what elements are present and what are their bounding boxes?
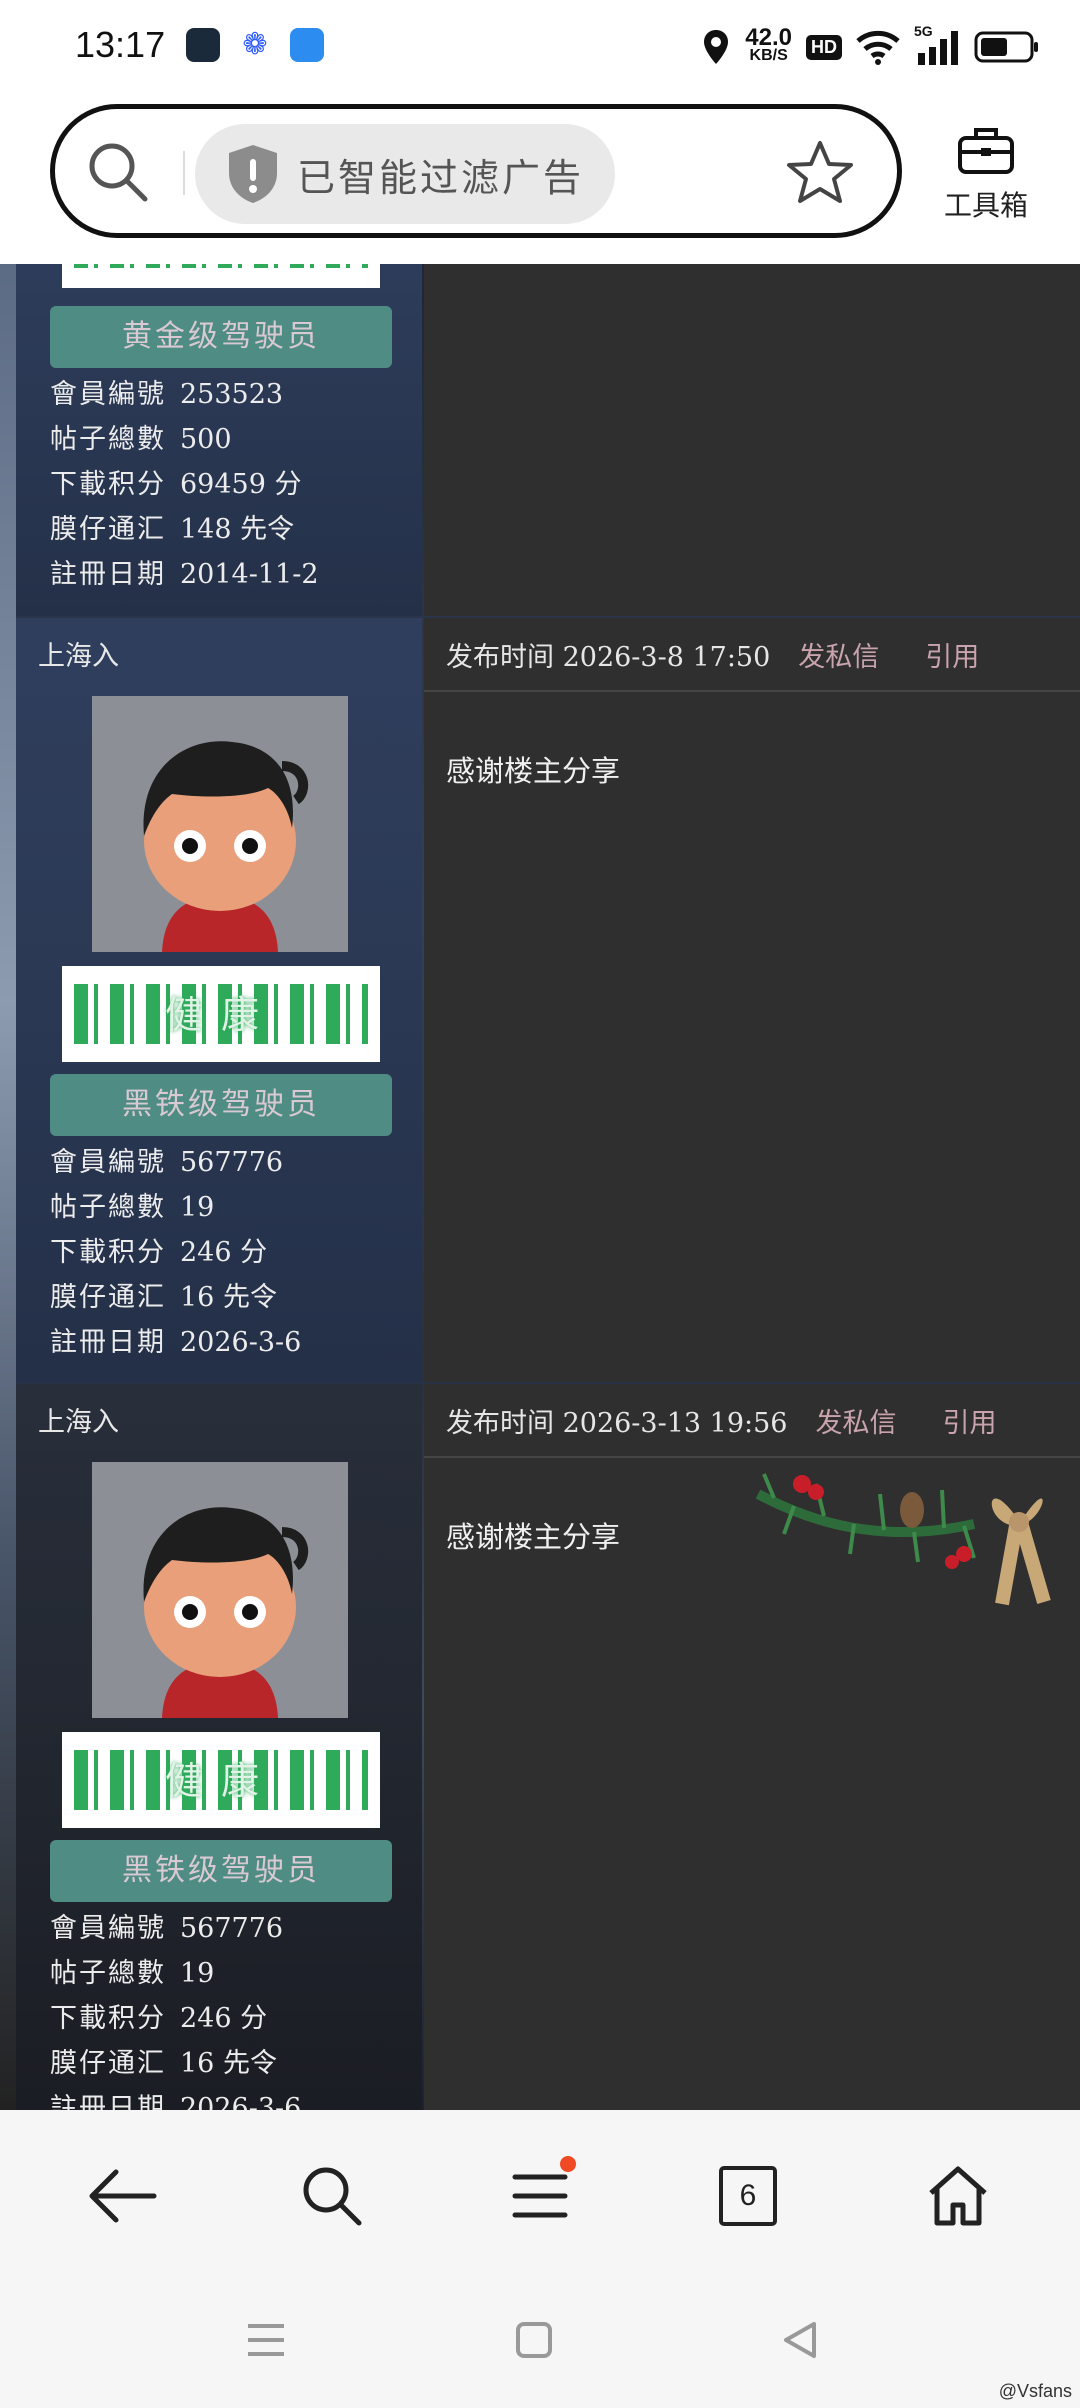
browser-bottom-bar: 6 xyxy=(0,2110,1080,2276)
post-meta-bar: 发布时间 2026-3-13 19:56 发私信 引用 xyxy=(424,1384,1080,1458)
stat-download-points: 下載积分 246 分 xyxy=(50,2003,268,2034)
search-icon xyxy=(303,2167,362,2226)
home-icon xyxy=(929,2166,987,2226)
badge-label: 健康 xyxy=(164,993,277,1037)
recent-apps-icon[interactable] xyxy=(244,2320,288,2360)
private-message-link[interactable]: 发私信 xyxy=(815,1401,896,1440)
avatar-image xyxy=(92,1462,348,1718)
post-meta-bar: 发布时间 2026-3-8 17:50 发私信 引用 xyxy=(424,618,1080,692)
stat-register-date: 註冊日期 2026-3-6 xyxy=(50,1327,302,1358)
stat-currency: 膜仔通汇 148 先令 xyxy=(50,514,295,545)
message-column: 发布时间 2026-3-13 19:56 发私信 引用 感谢楼主分享 xyxy=(424,1384,1080,2110)
toolbox-label: 工具箱 xyxy=(943,189,1028,222)
stat-download-points: 下載积分 69459 分 xyxy=(50,469,302,500)
menu-icon xyxy=(512,2174,568,2218)
post-message: 感谢楼主分享 xyxy=(446,1520,621,1554)
app-notification-icon-1 xyxy=(186,28,220,62)
badge-label: 健康 xyxy=(164,1759,277,1803)
user-info-column: 上海入 健康 黑铁级驾驶员 會員編號 567776 帖子總數 19 下載积分 2… xyxy=(16,618,422,1382)
forum-post-previous: 黄金级驾驶员 會員編號 253523 帖子總數 500 下載积分 69459 分 膜仔… xyxy=(16,264,1080,616)
stat-post-count: 帖子總數 500 xyxy=(50,424,232,455)
page-background-strip xyxy=(0,264,16,2110)
toolbox-icon xyxy=(958,128,1014,174)
back-triangle-icon[interactable] xyxy=(780,2320,820,2360)
message-column: 发布时间 2026-3-8 17:50 发私信 引用 感谢楼主分享 xyxy=(424,618,1080,1382)
stat-member-id: 會員編號 567776 xyxy=(50,1147,284,1178)
watermark: @Vsfans xyxy=(998,2381,1072,2401)
status-badge: 健康 xyxy=(62,1732,380,1828)
app-notification-icon-3 xyxy=(290,28,324,62)
stat-currency: 膜仔通汇 16 先令 xyxy=(50,1282,277,1313)
avatar[interactable] xyxy=(92,696,348,952)
message-column xyxy=(424,264,1080,616)
signal-5g-label: 5G xyxy=(914,23,933,39)
post-time: 发布时间 2026-3-13 19:56 xyxy=(446,1407,788,1439)
network-speed: 42.0 KB/S xyxy=(745,24,792,65)
hd-badge: HD xyxy=(806,34,842,60)
avatar[interactable] xyxy=(92,1462,348,1718)
status-time: 13:17 xyxy=(75,24,166,65)
user-location: 上海入 xyxy=(38,1407,119,1438)
system-navigation-bar: @Vsfans xyxy=(0,2276,1080,2408)
toolbox-button[interactable]: 工具箱 xyxy=(936,124,1036,224)
status-badge: 健康 xyxy=(62,966,380,1062)
browser-header: 已智能过滤广告 工具箱 xyxy=(0,100,1080,264)
quote-link[interactable]: 引用 xyxy=(942,1401,996,1440)
back-arrow-icon xyxy=(89,2169,157,2223)
ad-filter-text: 已智能过滤广告 xyxy=(297,155,585,200)
home-square-icon[interactable] xyxy=(514,2320,554,2360)
status-indicators: 42.0 KB/S HD 5G xyxy=(701,22,1040,72)
forum-post: 上海入 健康 黑铁级驾驶员 會員編號 567776 帖子總數 19 下載积分 2… xyxy=(16,618,1080,1382)
user-info-column: 黄金级驾驶员 會員編號 253523 帖子總數 500 下載积分 69459 分 膜仔… xyxy=(16,264,422,616)
stat-register-date: 註冊日期 2026-3-6 xyxy=(50,2093,302,2110)
network-speed-unit: KB/S xyxy=(749,47,788,64)
network-speed-value: 42.0 xyxy=(745,24,792,51)
quote-link[interactable]: 引用 xyxy=(925,635,979,674)
location-icon xyxy=(704,30,729,64)
stat-currency: 膜仔通汇 16 先令 xyxy=(50,2048,277,2079)
address-bar[interactable]: 已智能过滤广告 xyxy=(50,104,902,238)
bookmark-star-icon[interactable] xyxy=(785,139,855,205)
forum-post: 上海入 健康 黑铁级驾驶员 會員編號 567776 帖子總數 19 下載积分 2… xyxy=(16,1384,1080,2110)
notification-dot xyxy=(560,2156,576,2172)
stat-post-count: 帖子總數 19 xyxy=(50,1958,215,1989)
forum-content[interactable]: 黄金级驾驶员 會員編號 253523 帖子總數 500 下載积分 69459 分 膜仔… xyxy=(0,264,1080,2110)
user-info-column: 上海入 健康 黑铁级驾驶员 會員編號 567776 帖子總數 19 下載积分 2… xyxy=(16,1384,422,2110)
post-time: 发布时间 2026-3-8 17:50 xyxy=(446,641,771,673)
stat-post-count: 帖子總數 19 xyxy=(50,1192,215,1223)
menu-button[interactable] xyxy=(498,2154,582,2238)
post-message: 感谢楼主分享 xyxy=(446,754,621,788)
battery-icon xyxy=(974,31,1038,63)
wifi-icon xyxy=(856,30,900,65)
stat-register-date: 註冊日期 2014-11-2 xyxy=(50,559,319,590)
address-divider xyxy=(183,151,185,195)
status-bar: 13:17 ❁ 42.0 KB/S HD 5G xyxy=(0,0,1080,100)
stat-download-points: 下載积分 246 分 xyxy=(50,1237,268,1268)
user-stats: 會員編號 567776 帖子總數 19 下載积分 246 分 膜仔通汇 16 先令 註冊… xyxy=(50,1906,301,2110)
stat-member-id: 會員編號 567776 xyxy=(50,1913,284,1944)
search-icon[interactable] xyxy=(85,139,151,205)
user-stats: 會員編號 567776 帖子總數 19 下載积分 246 分 膜仔通汇 16 先令 註冊… xyxy=(50,1140,301,1365)
christmas-garland-decoration xyxy=(755,1473,1051,1606)
baidu-notification-icon: ❁ xyxy=(238,28,272,62)
rank-badge: 黑铁级驾驶员 xyxy=(50,1840,392,1902)
home-button[interactable] xyxy=(916,2154,1000,2238)
tabs-button[interactable]: 6 xyxy=(706,2154,790,2238)
cellular-signal: 5G xyxy=(914,23,960,67)
private-message-link[interactable]: 发私信 xyxy=(798,635,879,674)
rank-badge: 黄金级驾驶员 xyxy=(50,306,392,368)
status-badge xyxy=(62,264,380,288)
stat-member-id: 會員編號 253523 xyxy=(50,379,284,410)
rank-badge: 黑铁级驾驶员 xyxy=(50,1074,392,1136)
shield-icon xyxy=(229,145,277,203)
user-location: 上海入 xyxy=(38,641,119,672)
avatar-image xyxy=(92,696,348,952)
ad-filter-chip[interactable]: 已智能过滤广告 xyxy=(195,124,615,224)
back-button[interactable] xyxy=(80,2154,164,2238)
search-button[interactable] xyxy=(290,2154,374,2238)
badge-bars xyxy=(74,264,368,268)
tab-count-badge: 6 xyxy=(719,2166,777,2226)
user-stats: 會員編號 253523 帖子總數 500 下載积分 69459 分 膜仔通汇 148 先… xyxy=(50,372,319,597)
